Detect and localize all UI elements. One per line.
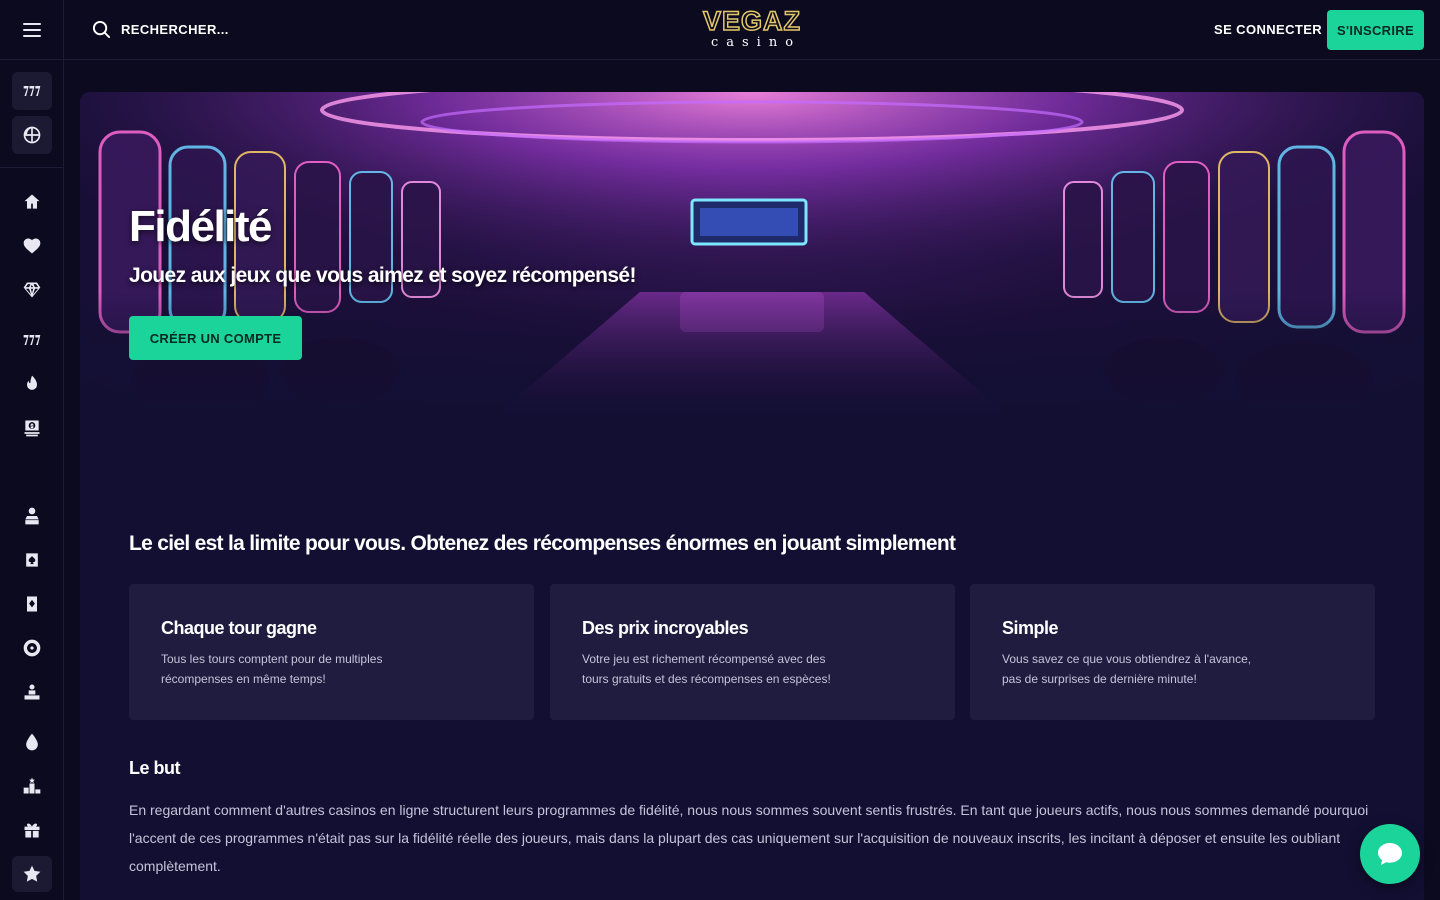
chat-button[interactable]: [1360, 824, 1420, 884]
sidebar-item-jackpots[interactable]: [12, 410, 52, 446]
sidebar-item-hot[interactable]: [12, 366, 52, 402]
sidebar-item-live-casino[interactable]: [12, 498, 52, 534]
logo-wordmark: VEGAZ: [702, 5, 801, 37]
hero-title: Fidélité: [129, 202, 273, 251]
sidebar-item-leaderboard[interactable]: [12, 768, 52, 804]
card-title: Simple: [1002, 618, 1059, 638]
sidebar-tile-casino[interactable]: [11, 72, 52, 110]
signup-button[interactable]: S'INSCRIRE: [1327, 10, 1424, 50]
sidebar-item-loyalty[interactable]: [12, 856, 52, 892]
login-button[interactable]: SE CONNECTER: [1214, 22, 1322, 37]
sidebar-item-slots[interactable]: [12, 322, 52, 358]
drop-icon: [26, 733, 38, 751]
basketball-icon: [23, 126, 40, 144]
goal-title: Le but: [129, 758, 181, 778]
chat-bubble-icon: [1378, 843, 1402, 865]
menu-button[interactable]: [0, 0, 64, 60]
sidebar-item-favorites[interactable]: [12, 228, 52, 264]
person-podium-icon: [24, 684, 40, 700]
main-content: Fidélité Jouez aux jeux que vous aimez e…: [80, 92, 1424, 900]
sidebar-item-home[interactable]: [12, 184, 52, 220]
roulette-icon: [23, 639, 41, 657]
sidebar-item-tournaments[interactable]: [12, 674, 52, 710]
benefit-card: Simple Vous savez ce que vous obtiendrez…: [970, 584, 1375, 720]
card-text: Tous les tours comptent pour de multiple…: [161, 652, 383, 686]
card-title: Des prix incroyables: [582, 618, 749, 638]
hero-banner: Fidélité Jouez aux jeux que vous aimez e…: [80, 92, 1424, 412]
sidebar-item-roulette[interactable]: [12, 630, 52, 666]
sidebar: [0, 60, 64, 900]
search-input[interactable]: RECHERCHER...: [121, 22, 229, 37]
card-suit-icon: [26, 553, 38, 567]
hamburger-icon: [22, 22, 41, 37]
card-text: Votre jeu est richement récompensé avec …: [582, 652, 831, 686]
poker-card-icon: [27, 596, 37, 612]
search-bar[interactable]: RECHERCHER...: [92, 20, 229, 39]
top-bar: RECHERCHER... VEGAZ casino SE CONNECTER …: [0, 0, 1440, 60]
star-icon: [23, 865, 41, 882]
slot-777-icon: [23, 335, 41, 345]
home-icon: [24, 194, 40, 209]
gift-icon: [24, 823, 40, 838]
hero-subtitle: Jouez aux jeux que vous aimez et soyez r…: [129, 264, 636, 287]
money-bag-icon: [24, 420, 40, 437]
heart-icon: [23, 238, 41, 254]
card-text: Vous savez ce que vous obtiendrez à l'av…: [1002, 652, 1252, 686]
sidebar-tile-sports[interactable]: [11, 116, 52, 154]
card-title: Chaque tour gagne: [161, 618, 317, 638]
section-headline: Le ciel est la limite pour vous. Obtenez…: [129, 532, 956, 555]
live-dealer-icon: [25, 507, 39, 525]
sidebar-item-promotions[interactable]: [12, 724, 52, 760]
sidebar-item-table-games[interactable]: [12, 542, 52, 578]
sidebar-item-bonuses[interactable]: [12, 812, 52, 848]
search-icon: [92, 20, 111, 39]
slot-777-icon: [23, 86, 40, 96]
sidebar-item-vip[interactable]: [12, 272, 52, 308]
fire-icon: [27, 375, 37, 390]
casino-logo[interactable]: VEGAZ casino: [700, 5, 804, 54]
ranking-icon: [23, 777, 41, 794]
benefit-card: Chaque tour gagne Tous les tours compten…: [129, 584, 534, 720]
diamond-icon: [23, 282, 41, 298]
sidebar-item-poker[interactable]: [12, 586, 52, 622]
benefits-cards: Chaque tour gagne Tous les tours compten…: [129, 584, 1375, 720]
sidebar-category-switch: [0, 60, 63, 168]
benefit-card: Des prix incroyables Votre jeu est riche…: [550, 584, 955, 720]
goal-text: En regardant comment d'autres casinos en…: [129, 802, 1369, 874]
create-account-button[interactable]: CRÉER UN COMPTE: [129, 316, 302, 360]
logo-subtitle: casino: [710, 35, 802, 50]
